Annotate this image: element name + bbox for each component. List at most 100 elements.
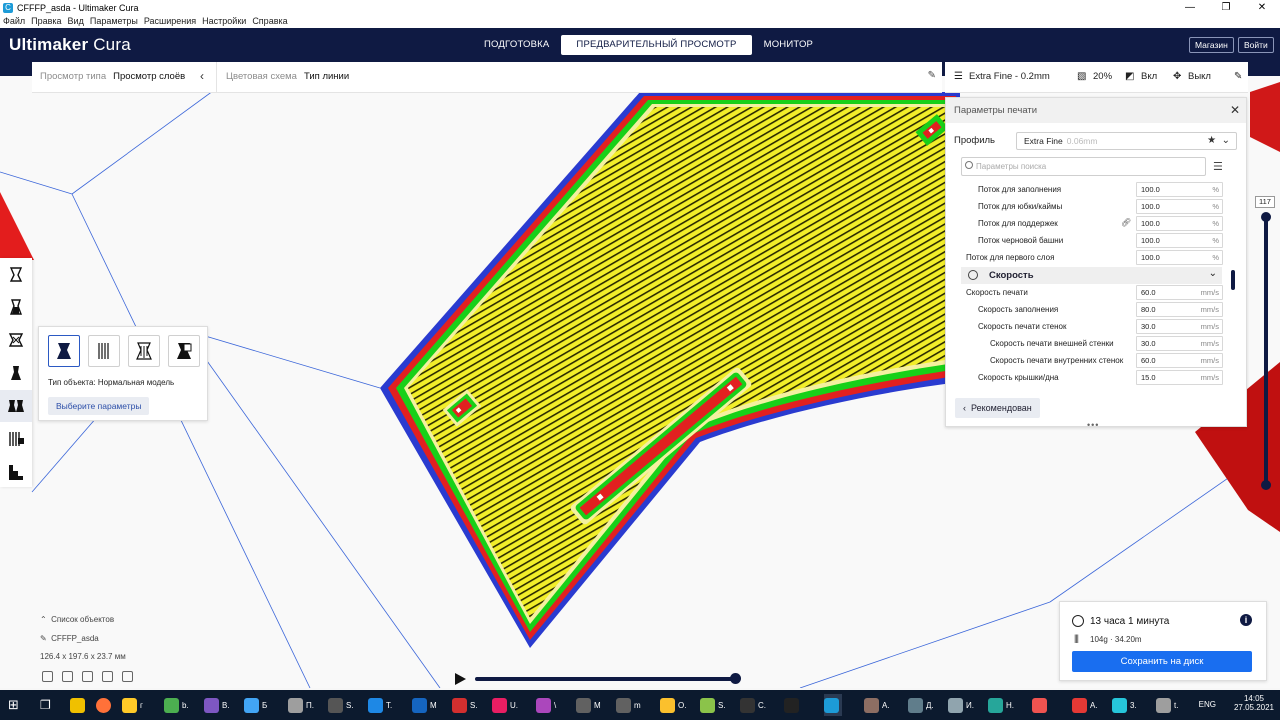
- settings-search-input[interactable]: Параметры поиска: [961, 157, 1206, 176]
- taskbar-app-button[interactable]: \: [536, 694, 556, 716]
- edit-pencil-icon[interactable]: ✎: [928, 70, 936, 81]
- setting-row[interactable]: Скорость печати стенок 30.0 mm/s: [946, 318, 1228, 335]
- taskbar-app-button[interactable]: И.: [948, 694, 974, 716]
- play-button[interactable]: [455, 673, 466, 685]
- normal-model-button[interactable]: [48, 335, 80, 367]
- collapse-chevron-icon[interactable]: ‹: [200, 69, 204, 83]
- rotate-tool[interactable]: [0, 324, 32, 356]
- setting-row[interactable]: Поток для юбки/каймы 100.0%: [946, 198, 1228, 215]
- view-right-icon[interactable]: [122, 671, 133, 682]
- taskbar-app-button[interactable]: Н.: [988, 694, 1014, 716]
- task-view-icon[interactable]: ❐: [40, 694, 51, 716]
- view-front-icon[interactable]: [62, 671, 73, 682]
- maximize-button[interactable]: ❐: [1208, 0, 1244, 15]
- support-mesh-button[interactable]: [88, 335, 120, 367]
- taskbar-app-button[interactable]: T.: [368, 694, 392, 716]
- menu-help[interactable]: Справка: [249, 15, 290, 28]
- object-list-header[interactable]: ⌃ Список объектов: [40, 615, 114, 624]
- file-explorer-icon[interactable]: г: [122, 694, 143, 716]
- recommended-button[interactable]: ‹ Рекомендован: [955, 398, 1040, 418]
- object-name-row[interactable]: ✎ CFFFP_asda: [40, 634, 99, 643]
- stairs-tool[interactable]: [0, 456, 32, 488]
- setting-value-field[interactable]: 60.0 mm/s: [1136, 353, 1223, 368]
- support-blocker-tool[interactable]: [0, 423, 32, 455]
- taskbar-app-button[interactable]: S.: [328, 694, 354, 716]
- tab-preview[interactable]: ПРЕДВАРИТЕЛЬНЫЙ ПРОСМОТР: [561, 35, 752, 55]
- view-3d-icon[interactable]: [42, 671, 53, 682]
- taskbar-app-button[interactable]: C.: [740, 694, 766, 716]
- taskbar-app-button[interactable]: A.: [864, 694, 890, 716]
- taskbar-app-button[interactable]: Д.: [908, 694, 934, 716]
- setting-value-field[interactable]: 30.0 mm/s: [1136, 336, 1223, 351]
- settings-scrollbar[interactable]: [1231, 270, 1235, 290]
- menu-extensions[interactable]: Расширения: [141, 15, 199, 28]
- setting-value-field[interactable]: 60.0 mm/s: [1136, 285, 1223, 300]
- view-top-icon[interactable]: [82, 671, 93, 682]
- layer-slider-top-handle[interactable]: [1261, 212, 1271, 222]
- layer-slider-bottom-handle[interactable]: [1261, 480, 1271, 490]
- info-icon[interactable]: i: [1240, 614, 1252, 626]
- setting-value-field[interactable]: 100.0%: [1136, 233, 1223, 248]
- setting-value-field[interactable]: 100.0%: [1136, 182, 1223, 197]
- setting-row[interactable]: Скорость крышки/дна 15.0 mm/s: [946, 369, 1228, 386]
- marketplace-button[interactable]: Магазин: [1189, 37, 1234, 53]
- menu-edit[interactable]: Правка: [28, 15, 64, 28]
- taskbar-app-button[interactable]: M: [412, 694, 437, 716]
- taskbar-app-button[interactable]: M: [576, 694, 601, 716]
- taskbar-app-button[interactable]: t.: [1156, 694, 1178, 716]
- setting-value-field[interactable]: 100.0%: [1136, 199, 1223, 214]
- menu-preferences[interactable]: Настройки: [199, 15, 249, 28]
- setting-row[interactable]: Поток для поддержек 🔗︎ 100.0%: [946, 215, 1228, 232]
- minimize-button[interactable]: —: [1172, 0, 1208, 15]
- taskbar-app-button[interactable]: 3.: [1112, 694, 1137, 716]
- taskbar-app-button[interactable]: П.: [288, 694, 314, 716]
- overlap-mesh-button[interactable]: [128, 335, 160, 367]
- sign-in-button[interactable]: Войти: [1238, 37, 1274, 53]
- taskbar-app-button[interactable]: [1032, 694, 1050, 716]
- taskbar-pinned-icon[interactable]: [70, 694, 88, 716]
- setting-row[interactable]: Скорость заполнения 80.0 mm/s: [946, 301, 1228, 318]
- select-settings-button[interactable]: Выберите параметры: [48, 397, 150, 415]
- star-chevron-icons[interactable]: ★ ⌄: [1207, 133, 1230, 149]
- settings-menu-icon[interactable]: ☰: [1213, 160, 1223, 173]
- setting-value-field[interactable]: 100.0%: [1136, 250, 1223, 265]
- taskbar-app-button[interactable]: m: [616, 694, 641, 716]
- panel-resize-handle[interactable]: •••: [1087, 420, 1099, 430]
- taskbar-app-button[interactable]: В.: [204, 694, 230, 716]
- firefox-icon[interactable]: [96, 694, 114, 716]
- mirror-tool[interactable]: [0, 357, 32, 389]
- start-windows-icon[interactable]: ⊞: [8, 694, 19, 716]
- taskbar-app-button[interactable]: S.: [700, 694, 726, 716]
- menu-file[interactable]: Файл: [0, 15, 28, 28]
- setting-value-field[interactable]: 30.0 mm/s: [1136, 319, 1223, 334]
- view-left-icon[interactable]: [102, 671, 113, 682]
- taskbar-app-button[interactable]: [784, 694, 802, 716]
- taskbar-app-button[interactable]: U.: [492, 694, 518, 716]
- setting-row[interactable]: Поток для первого слоя 100.0%: [946, 249, 1228, 266]
- menu-parameters[interactable]: Параметры: [87, 15, 141, 28]
- system-tray[interactable]: ENG 14:05 27.05.2021: [1199, 694, 1274, 712]
- taskbar-app-button[interactable]: Б: [244, 694, 267, 716]
- taskbar-app-button[interactable]: S.: [452, 694, 478, 716]
- infill-mesh-button[interactable]: [168, 335, 200, 367]
- input-language[interactable]: ENG: [1199, 700, 1216, 709]
- setting-value-field[interactable]: 100.0%: [1136, 216, 1223, 231]
- taskbar-app-button[interactable]: b.: [164, 694, 189, 716]
- close-icon[interactable]: ✕: [1230, 98, 1240, 123]
- print-setup-bar[interactable]: ☰ Extra Fine - 0.2mm ▧ 20% ◩ Вкл ✥ Выкл …: [945, 62, 1248, 93]
- taskbar-app-button[interactable]: O.: [660, 694, 686, 716]
- setting-value-field[interactable]: 80.0 mm/s: [1136, 302, 1223, 317]
- tab-monitor[interactable]: МОНИТОР: [752, 35, 826, 55]
- close-window-button[interactable]: ✕: [1244, 0, 1280, 15]
- move-tool[interactable]: [0, 258, 32, 290]
- setting-row[interactable]: Поток черновой башни 100.0%: [946, 232, 1228, 249]
- profile-dropdown[interactable]: Extra Fine 0.06mm ★ ⌄: [1016, 132, 1237, 150]
- taskbar-app-button[interactable]: [824, 694, 842, 716]
- setting-row[interactable]: Скорость печати внутренних стенок 60.0 mm…: [946, 352, 1228, 369]
- category-speed[interactable]: Скорость ⌄: [961, 267, 1222, 284]
- setting-row[interactable]: Скорость печати внешней стенки 30.0 mm/s: [946, 335, 1228, 352]
- playback-slider-handle[interactable]: [730, 673, 741, 684]
- layer-slider[interactable]: [1261, 195, 1271, 495]
- settings-list[interactable]: Поток для заполнения 100.0% Поток для юб…: [946, 181, 1228, 386]
- setting-value-field[interactable]: 15.0 mm/s: [1136, 370, 1223, 385]
